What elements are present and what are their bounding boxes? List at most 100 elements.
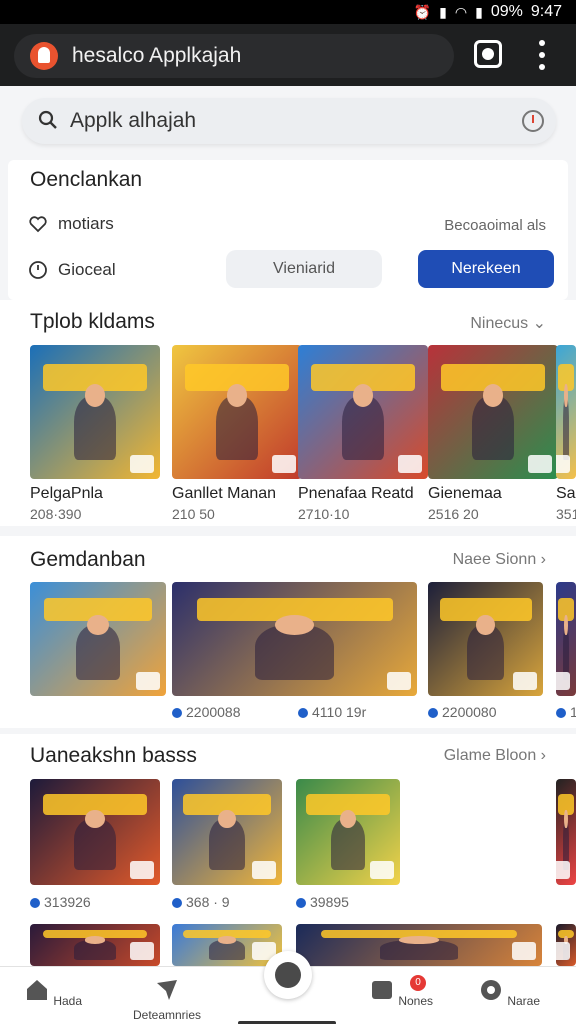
clock: 9:47 xyxy=(530,3,562,20)
site-favicon-icon xyxy=(30,42,58,70)
platform-badge-icon xyxy=(556,672,570,690)
nav-item-notifications[interactable]: 0 Nones xyxy=(356,973,446,1008)
category-meta: 368 · 9 xyxy=(172,894,230,910)
battery-icon: ▮ xyxy=(475,4,483,20)
game-tile[interactable] xyxy=(30,345,160,479)
platform-badge-icon xyxy=(556,861,570,879)
game-character-art xyxy=(216,384,258,461)
status-bar: ⏰ ▮ ◠ ▮ 09% 9:47 xyxy=(0,0,576,24)
search-icon xyxy=(38,110,57,129)
game-title: Gienemaa xyxy=(428,485,502,502)
filter-row-general[interactable]: Gioceal xyxy=(28,260,116,280)
game-tile[interactable] xyxy=(428,345,558,479)
overflow-menu-icon[interactable] xyxy=(532,40,552,70)
section-title: Tplob kldams xyxy=(30,310,155,333)
coin-icon xyxy=(296,898,306,908)
filter-card: Oenclankan motiars Becoaoimal als Giocea… xyxy=(8,160,568,300)
category-tile[interactable] xyxy=(296,924,542,966)
search-bar[interactable]: Applk alhajah xyxy=(22,98,556,144)
platform-badge-icon xyxy=(528,455,552,473)
category-tile[interactable] xyxy=(556,924,576,966)
featured-meta: 2200088 xyxy=(172,704,241,720)
primary-button[interactable]: Nerekeen xyxy=(418,250,554,288)
category-meta: 313926 xyxy=(30,894,91,910)
section-title: Uaneakshn basss xyxy=(30,744,197,767)
see-more-label: Glame Bloon xyxy=(443,747,537,764)
game-meta: 351 xyxy=(556,506,576,522)
voice-search-icon[interactable] xyxy=(522,110,544,132)
game-title: PelgaPnla xyxy=(30,485,103,502)
platform-badge-icon xyxy=(556,942,570,960)
game-meta: 2710·10 xyxy=(298,506,350,522)
platform-badge-icon xyxy=(136,672,160,690)
browser-toolbar: hesalco Applkajah xyxy=(0,24,576,86)
battery-percent: 09% xyxy=(490,3,523,20)
featured-tile[interactable] xyxy=(428,582,543,696)
status-icons: ⏰ ▮ ◠ ▮ 09% 9:47 xyxy=(414,3,562,21)
game-character-art xyxy=(255,615,334,681)
filter-row-favorites[interactable]: motiars xyxy=(28,214,114,234)
nav-item-home[interactable]: Hada xyxy=(8,973,98,1008)
platform-badge-icon xyxy=(387,672,411,690)
alarm-icon: ⏰ xyxy=(413,4,432,20)
nav-label: Deteamnries xyxy=(132,1008,202,1022)
coin-icon xyxy=(30,898,40,908)
category-tile[interactable] xyxy=(30,924,160,966)
platform-badge-icon xyxy=(370,861,394,879)
tab-switcher-icon[interactable] xyxy=(474,40,502,68)
game-character-art xyxy=(74,384,116,461)
nav-item-profile[interactable]: Narae xyxy=(464,973,554,1008)
game-tile[interactable] xyxy=(298,345,428,479)
nav-item-discover[interactable]: Deteamnries xyxy=(122,973,212,1022)
heart-icon xyxy=(29,216,47,233)
platform-badge-icon xyxy=(556,455,570,473)
section-featured: Gemdanban Naee Sionn › 2200088 4110 19r 22… xyxy=(0,536,576,728)
game-title: Pnenafaa Reatd xyxy=(298,485,414,502)
secondary-button[interactable]: Vieniarid xyxy=(226,250,382,288)
featured-tile[interactable] xyxy=(30,582,166,696)
platform-badge-icon xyxy=(512,942,536,960)
filter-title: Oenclankan xyxy=(30,168,143,191)
coin-icon xyxy=(428,708,438,718)
game-character-art xyxy=(379,936,459,961)
game-title: Ganllet Manan xyxy=(172,485,277,502)
signal-icon: ▮ xyxy=(439,4,447,20)
address-text[interactable]: hesalco Applkajah xyxy=(72,44,241,68)
category-tile[interactable] xyxy=(172,924,282,966)
game-character-art xyxy=(562,384,570,461)
platform-badge-icon xyxy=(398,455,422,473)
heart-box-icon xyxy=(371,981,392,999)
see-more-link[interactable]: Naee Sionn › xyxy=(453,551,546,569)
platform-badge-icon xyxy=(130,861,154,879)
nav-center-action-button[interactable] xyxy=(264,951,312,999)
category-tile[interactable] xyxy=(30,779,160,885)
category-tile[interactable] xyxy=(172,779,282,885)
search-input[interactable]: Applk alhajah xyxy=(70,109,196,133)
category-tile[interactable] xyxy=(296,779,400,885)
section-top-games: Tplob kldams Ninecus ⌄ PelgaPnla 208·390 G… xyxy=(0,300,576,526)
see-more-label: Naee Sionn xyxy=(452,551,537,568)
nav-label: Hada xyxy=(53,994,83,1008)
category-tile[interactable] xyxy=(556,779,576,885)
game-meta: 210 50 xyxy=(172,506,215,522)
settings-icon xyxy=(480,980,501,1000)
chevron-right-icon: › xyxy=(540,747,546,764)
game-character-art xyxy=(74,936,116,961)
game-character-art xyxy=(209,810,245,871)
filter-row1-value[interactable]: Becoaoimal als xyxy=(444,217,546,234)
featured-tile[interactable] xyxy=(556,582,576,696)
address-bar[interactable]: hesalco Applkajah xyxy=(14,34,454,78)
game-tile[interactable] xyxy=(172,345,302,479)
bottom-navigation: Hada Deteamnries 0 Nones Narae xyxy=(0,951,576,1024)
game-title: San xyxy=(556,485,576,502)
featured-meta: 1 xyxy=(556,704,576,720)
platform-badge-icon xyxy=(130,942,154,960)
platform-badge-icon xyxy=(252,861,276,879)
see-more-link[interactable]: Ninecus ⌄ xyxy=(470,313,546,333)
see-more-link[interactable]: Glame Bloon › xyxy=(444,747,546,765)
game-character-art xyxy=(472,384,514,461)
featured-tile[interactable] xyxy=(172,582,417,696)
game-tile[interactable] xyxy=(556,345,576,479)
game-meta: 208·390 xyxy=(30,506,82,522)
coin-icon xyxy=(172,708,182,718)
